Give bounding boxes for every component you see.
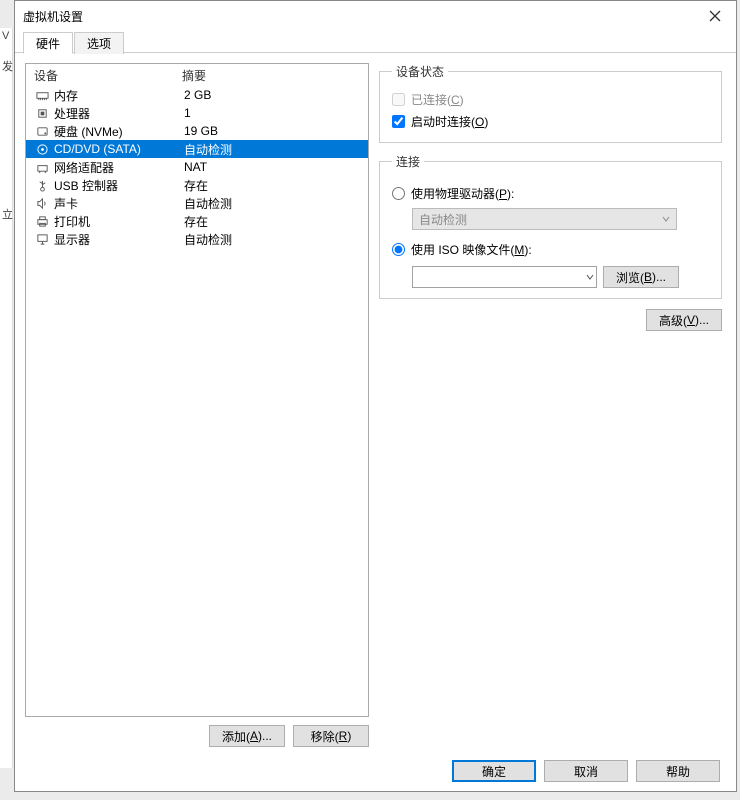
device-row-usb[interactable]: USB 控制器存在 bbox=[26, 176, 368, 194]
device-status-group: 设备状态 已连接(C) 启动时连接(O) bbox=[379, 63, 722, 143]
iso-row: 使用 ISO 映像文件(M): bbox=[392, 238, 709, 260]
usb-icon bbox=[34, 179, 50, 192]
header-device: 设备 bbox=[34, 67, 182, 84]
browse-button[interactable]: 浏览(B)... bbox=[603, 266, 679, 288]
device-list: 设备 摘要 内存2 GB处理器1硬盘 (NVMe)19 GBCD/DVD (SA… bbox=[25, 63, 369, 717]
cpu-icon bbox=[34, 107, 50, 120]
physical-drive-radio[interactable] bbox=[392, 187, 405, 200]
device-status-legend: 设备状态 bbox=[392, 63, 448, 80]
connect-at-start-label: 启动时连接(O) bbox=[411, 113, 488, 130]
physical-drive-label: 使用物理驱动器(P): bbox=[411, 185, 514, 202]
vm-settings-dialog: 虚拟机设置 硬件 选项 设备 摘要 内存2 GB处理器1硬盘 (NVMe)19 … bbox=[14, 0, 737, 792]
device-name: 网络适配器 bbox=[54, 159, 184, 176]
add-button[interactable]: 添加(A)... bbox=[209, 725, 285, 747]
header-summary: 摘要 bbox=[182, 67, 206, 84]
remove-button[interactable]: 移除(R) bbox=[293, 725, 369, 747]
iso-path-combobox[interactable] bbox=[412, 266, 597, 288]
chevron-down-icon[interactable] bbox=[586, 270, 594, 284]
device-row-cddvd[interactable]: CD/DVD (SATA)自动检测 bbox=[26, 140, 368, 158]
device-summary: 存在 bbox=[184, 213, 362, 230]
device-name: 内存 bbox=[54, 87, 184, 104]
connection-legend: 连接 bbox=[392, 153, 424, 170]
connected-label: 已连接(C) bbox=[411, 91, 464, 108]
dialog-title: 虚拟机设置 bbox=[23, 8, 708, 25]
device-row-disk[interactable]: 硬盘 (NVMe)19 GB bbox=[26, 122, 368, 140]
device-summary: 1 bbox=[184, 106, 362, 120]
left-column: 设备 摘要 内存2 GB处理器1硬盘 (NVMe)19 GBCD/DVD (SA… bbox=[25, 63, 369, 747]
tab-hardware[interactable]: 硬件 bbox=[23, 32, 73, 54]
ok-button[interactable]: 确定 bbox=[452, 760, 536, 782]
help-button[interactable]: 帮助 bbox=[636, 760, 720, 782]
device-name: USB 控制器 bbox=[54, 177, 184, 194]
device-summary: 自动检测 bbox=[184, 231, 362, 248]
connect-at-start-row: 启动时连接(O) bbox=[392, 110, 709, 132]
connection-group: 连接 使用物理驱动器(P): 自动检测 使用 ISO 映像文件(M): bbox=[379, 153, 722, 299]
device-row-memory[interactable]: 内存2 GB bbox=[26, 86, 368, 104]
device-name: 硬盘 (NVMe) bbox=[54, 123, 184, 140]
connected-row: 已连接(C) bbox=[392, 88, 709, 110]
connect-at-start-checkbox[interactable] bbox=[392, 115, 405, 128]
physical-drive-row: 使用物理驱动器(P): bbox=[392, 182, 709, 204]
iso-label: 使用 ISO 映像文件(M): bbox=[411, 241, 532, 258]
device-row-display[interactable]: 显示器自动检测 bbox=[26, 230, 368, 248]
advanced-button[interactable]: 高级(V)... bbox=[646, 309, 722, 331]
dialog-buttons: 确定 取消 帮助 bbox=[15, 751, 736, 791]
physical-drive-select-wrap: 自动检测 bbox=[412, 208, 709, 230]
disc-icon bbox=[34, 143, 50, 156]
device-name: 显示器 bbox=[54, 231, 184, 248]
connected-checkbox bbox=[392, 93, 405, 106]
iso-radio[interactable] bbox=[392, 243, 405, 256]
tab-options[interactable]: 选项 bbox=[74, 32, 124, 54]
cancel-button[interactable]: 取消 bbox=[544, 760, 628, 782]
disk-icon bbox=[34, 125, 50, 138]
chevron-down-icon bbox=[662, 212, 670, 226]
device-row-sound[interactable]: 声卡自动检测 bbox=[26, 194, 368, 212]
device-summary: 自动检测 bbox=[184, 141, 362, 158]
titlebar: 虚拟机设置 bbox=[15, 1, 736, 31]
display-icon bbox=[34, 233, 50, 246]
device-row-printer[interactable]: 打印机存在 bbox=[26, 212, 368, 230]
close-icon[interactable] bbox=[708, 9, 722, 23]
device-summary: NAT bbox=[184, 160, 362, 174]
device-name: 声卡 bbox=[54, 195, 184, 212]
device-list-header: 设备 摘要 bbox=[26, 64, 368, 86]
device-summary: 2 GB bbox=[184, 88, 362, 102]
physical-drive-select: 自动检测 bbox=[412, 208, 677, 230]
tabstrip: 硬件 选项 bbox=[15, 31, 736, 53]
right-column: 设备状态 已连接(C) 启动时连接(O) 连接 使用物理驱动器(P): bbox=[379, 63, 726, 747]
sound-icon bbox=[34, 197, 50, 210]
device-buttons: 添加(A)... 移除(R) bbox=[25, 725, 369, 747]
device-row-cpu[interactable]: 处理器1 bbox=[26, 104, 368, 122]
advanced-row: 高级(V)... bbox=[379, 309, 722, 331]
background-left-slice: V 发 立 bbox=[0, 28, 13, 768]
content-area: 设备 摘要 内存2 GB处理器1硬盘 (NVMe)19 GBCD/DVD (SA… bbox=[15, 53, 736, 751]
device-summary: 自动检测 bbox=[184, 195, 362, 212]
device-summary: 存在 bbox=[184, 177, 362, 194]
memory-icon bbox=[34, 89, 50, 102]
network-icon bbox=[34, 161, 50, 174]
device-name: CD/DVD (SATA) bbox=[54, 142, 184, 156]
device-name: 打印机 bbox=[54, 213, 184, 230]
device-row-network[interactable]: 网络适配器NAT bbox=[26, 158, 368, 176]
device-name: 处理器 bbox=[54, 105, 184, 122]
device-summary: 19 GB bbox=[184, 124, 362, 138]
printer-icon bbox=[34, 215, 50, 228]
iso-input-row: 浏览(B)... bbox=[412, 266, 709, 288]
